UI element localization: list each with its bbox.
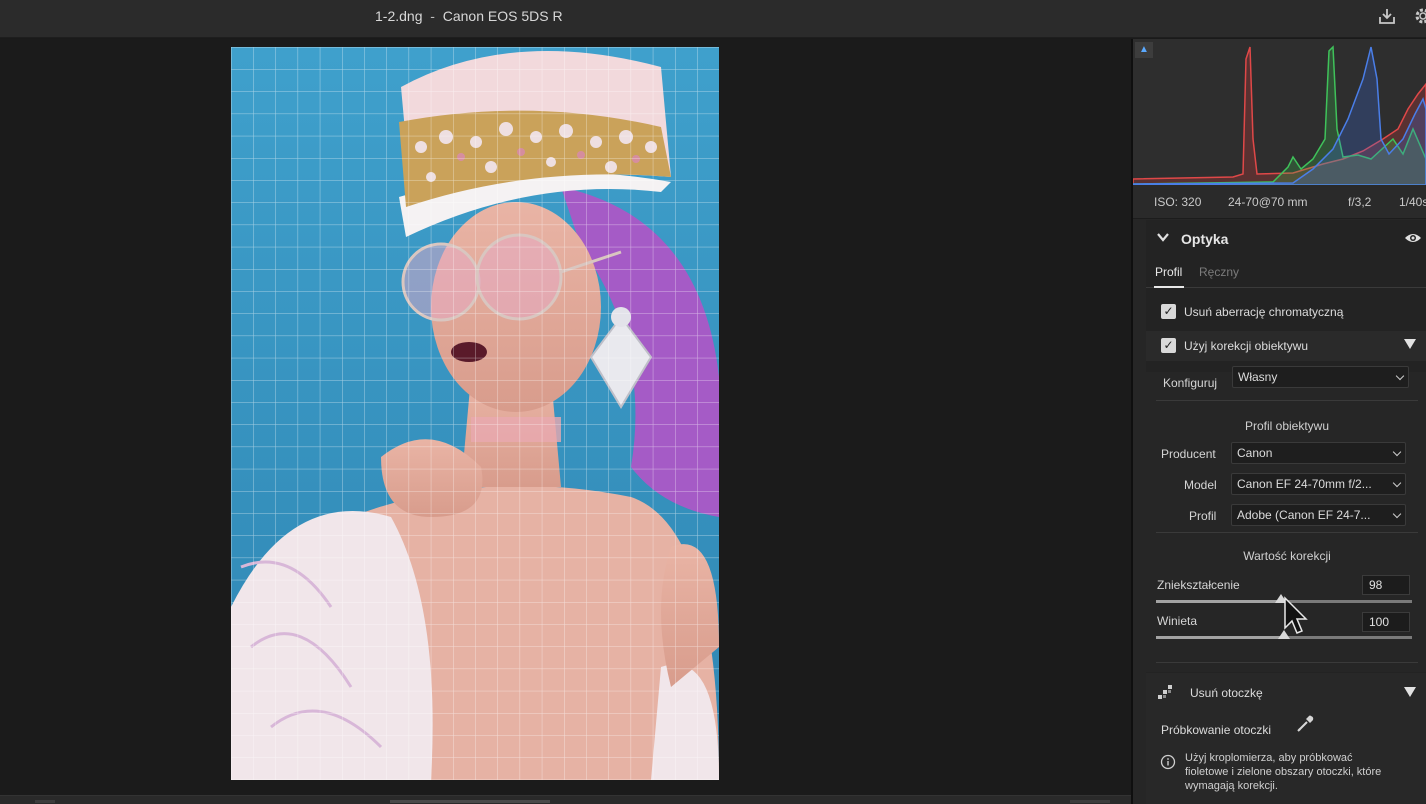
document-title: 1-2.dng - Canon EOS 5DS R	[375, 8, 563, 24]
defringe-section: Usuń otoczkę Próbkowanie otoczki Użyj kr…	[1146, 673, 1426, 804]
optics-header[interactable]: Optyka	[1146, 220, 1426, 260]
aperture-value: f/3,2	[1348, 195, 1372, 209]
histogram: ▲	[1133, 39, 1426, 185]
profile-dropdown[interactable]: Adobe (Canon EF 24-7...	[1231, 504, 1406, 526]
defringe-info-text: Użyj kroplomierza, aby próbkować fioleto…	[1185, 752, 1382, 792]
correction-amount-header: Wartość korekcji	[1243, 549, 1331, 563]
filmstrip-scrollbar[interactable]	[0, 795, 1131, 804]
gear-icon[interactable]	[1412, 6, 1426, 28]
chevron-down-icon	[1392, 447, 1402, 457]
lens-correction-checkbox[interactable]: ✓	[1161, 338, 1176, 353]
lens-value: 24-70@70 mm	[1228, 195, 1308, 209]
make-dropdown[interactable]: Canon	[1231, 442, 1406, 464]
iso-value: ISO: 320	[1154, 195, 1202, 209]
chevron-down-icon[interactable]	[1156, 230, 1170, 247]
photo-preview[interactable]	[231, 47, 719, 780]
distortion-label: Zniekształcenie	[1157, 578, 1240, 592]
vignette-value-input[interactable]: 100	[1362, 612, 1410, 632]
make-label: Producent	[1161, 447, 1216, 461]
remove-ca-checkbox[interactable]: ✓	[1161, 304, 1176, 319]
fringe-sampling-label: Próbkowanie otoczki	[1161, 723, 1272, 737]
mouse-cursor-icon	[1284, 596, 1308, 634]
optics-tabs: Profil Ręczny	[1146, 262, 1426, 288]
tab-profil[interactable]: Profil	[1155, 265, 1182, 279]
collapse-triangle-icon[interactable]	[1404, 339, 1416, 349]
remove-ca-label: Usuń aberrację chromatyczną	[1184, 305, 1344, 319]
active-tab-indicator	[1154, 286, 1184, 288]
vignette-label: Winieta	[1157, 614, 1198, 628]
info-icon	[1160, 754, 1176, 773]
model-label: Model	[1184, 478, 1217, 492]
lens-profile-header: Profil obiektywu	[1244, 419, 1330, 433]
image-canvas[interactable]	[0, 39, 1131, 795]
right-panel: ▲ ISO: 320 24-70@70 mm f/3,2 1/40s Optyk…	[1133, 39, 1426, 804]
save-download-icon[interactable]	[1376, 6, 1398, 28]
optics-section: Optyka Profil Ręczny ✓ Usuń aberrację ch…	[1146, 220, 1426, 804]
chevron-down-icon	[1395, 371, 1405, 381]
lens-correction-row: ✓ Użyj korekcji obiektywu	[1146, 331, 1426, 361]
chevron-down-icon	[1392, 478, 1402, 488]
configure-dropdown[interactable]: Własny	[1232, 366, 1409, 388]
chevron-down-icon	[1392, 509, 1402, 519]
defringe-title: Usuń otoczkę	[1190, 686, 1263, 700]
title-bar: 1-2.dng - Canon EOS 5DS R	[0, 0, 1426, 38]
eyedropper-icon[interactable]	[1294, 713, 1316, 738]
collapse-triangle-icon[interactable]	[1404, 687, 1416, 697]
exif-bar: ISO: 320 24-70@70 mm f/3,2 1/40s	[1133, 185, 1426, 219]
remove-ca-row: ✓ Usuń aberrację chromatyczną	[1146, 297, 1426, 327]
shutter-value: 1/40s	[1399, 195, 1426, 209]
defringe-icon	[1156, 683, 1174, 704]
configure-label: Konfiguruj	[1163, 376, 1218, 390]
lens-correction-label: Użyj korekcji obiektywu	[1184, 339, 1309, 353]
model-dropdown[interactable]: Canon EF 24-70mm f/2...	[1231, 473, 1406, 495]
eye-visibility-icon[interactable]	[1404, 231, 1422, 245]
tab-reczny[interactable]: Ręczny	[1199, 265, 1239, 279]
distortion-value-input[interactable]: 98	[1362, 575, 1410, 595]
section-title: Optyka	[1181, 231, 1229, 247]
profile-label: Profil	[1189, 509, 1217, 523]
